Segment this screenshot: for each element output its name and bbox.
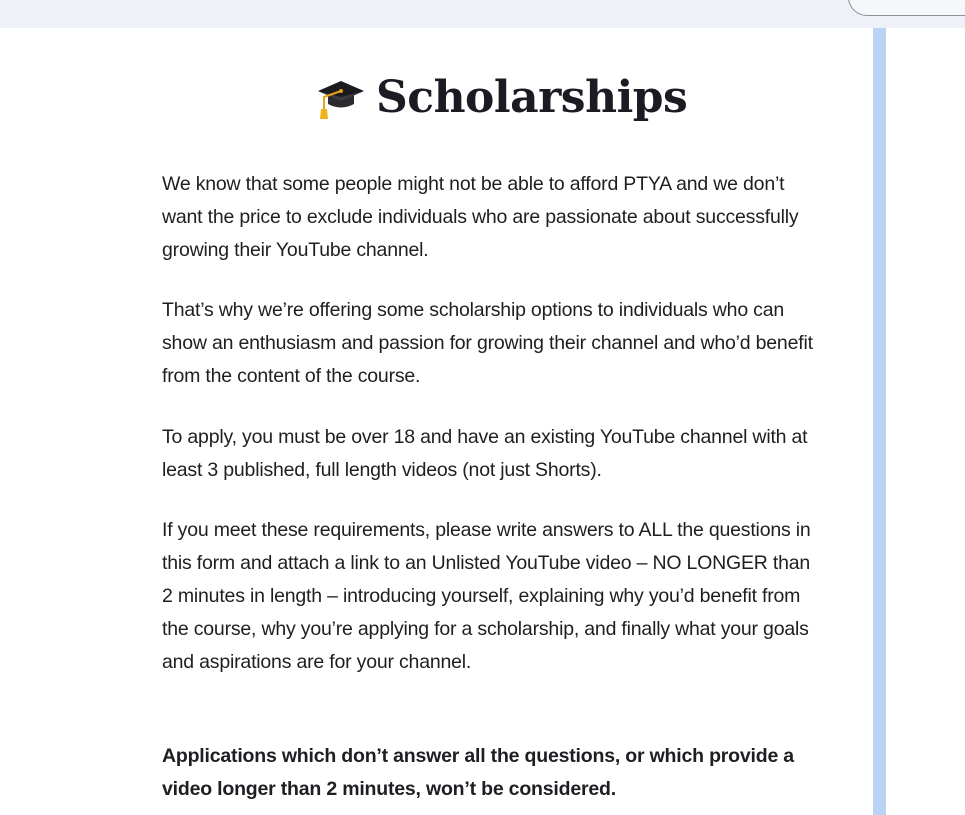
graduation-cap-icon [318, 81, 364, 119]
page-heading: Scholarships [316, 72, 688, 124]
page-title: Scholarships [376, 72, 688, 123]
paragraph-warning: Applications which don’t answer all the … [162, 745, 794, 800]
paragraph-requirements: To apply, you must be over 18 and have a… [162, 426, 808, 481]
paragraph-intro: We know that some people might not be ab… [162, 173, 799, 261]
paragraph-instructions: If you meet these requirements, please w… [162, 519, 811, 673]
paragraph-offer: That’s why we’re offering some scholarsh… [162, 299, 813, 387]
top-bar-pill-button[interactable] [848, 0, 965, 16]
top-bar [0, 0, 965, 28]
scrollbar[interactable] [873, 28, 886, 815]
